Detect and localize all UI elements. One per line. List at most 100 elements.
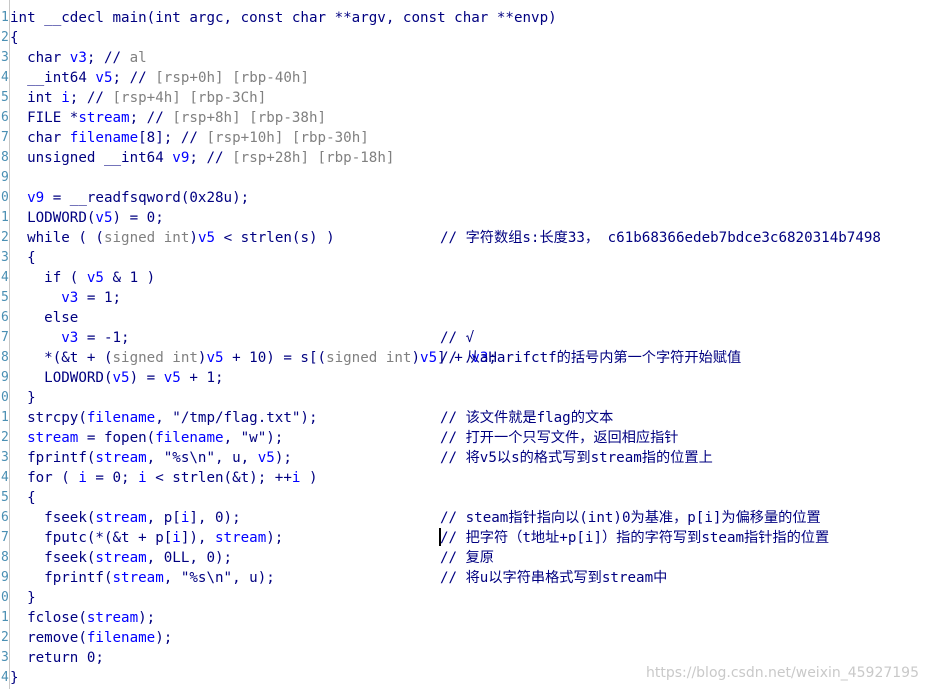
code-text: char v3; // al	[10, 50, 147, 66]
line-number: 7	[1, 330, 9, 345]
line-number: 9	[1, 170, 9, 185]
code-line[interactable]: 5 v3 = 1;	[0, 288, 929, 308]
code-line[interactable]: 5 {	[0, 488, 929, 508]
code-text: fseek(stream, 0LL, 0);	[10, 550, 233, 566]
code-line[interactable]: 2 remove(filename);	[0, 628, 929, 648]
code-comment: // 该文件就是flag的文本	[440, 410, 614, 426]
code-text: else	[10, 310, 79, 326]
code-text: fprintf(stream, "%s\n", u, v5);	[10, 450, 292, 466]
code-line[interactable]: 1 fclose(stream);	[0, 608, 929, 628]
line-number: 7	[1, 530, 9, 545]
line-number: 8	[1, 350, 9, 365]
code-text: v3 = 1;	[61, 290, 122, 306]
line-number: 1	[1, 610, 9, 625]
code-text: int i; // [rsp+4h] [rbp-3Ch]	[10, 90, 267, 106]
code-line[interactable]: 6 else	[0, 308, 929, 328]
code-line[interactable]: 1 strcpy(filename, "/tmp/flag.txt"); // 该…	[0, 408, 929, 428]
code-line[interactable]: 5 int i; // [rsp+4h] [rbp-3Ch]	[0, 88, 929, 108]
code-line[interactable]: 2{	[0, 28, 929, 48]
code-text: {	[10, 250, 36, 266]
code-line[interactable]: 2 stream = fopen(filename, "w"); // 打开一个只…	[0, 428, 929, 448]
code-text: {	[10, 490, 36, 506]
line-number: 8	[1, 150, 9, 165]
line-number: 9	[1, 570, 9, 585]
code-text: fprintf(stream, "%s\n", u);	[10, 570, 275, 586]
code-comment: // 把字符（t地址+p[i]）指的字符写到steam指针指的位置	[440, 530, 830, 546]
line-number: 6	[1, 510, 9, 525]
code-text: fseek(stream, p[i], 0);	[10, 510, 241, 526]
code-comment: // 将u以字符串格式写到stream中	[440, 570, 668, 586]
code-comment: // 将v5以s的格式写到stream指的位置上	[440, 450, 713, 466]
line-number: 2	[1, 230, 9, 245]
code-line[interactable]: 1 LODWORD(v5) = 0;	[0, 208, 929, 228]
line-number: 3	[1, 250, 9, 265]
code-line[interactable]: 7 v3 = -1; // √	[0, 328, 929, 348]
line-number: 0	[1, 590, 9, 605]
code-line[interactable]: 7 fputc(*(&t + p[i]), stream); // 把字符（t地址…	[0, 528, 929, 548]
code-text: {	[10, 30, 19, 46]
code-text: unsigned __int64 v9; // [rsp+28h] [rbp-1…	[10, 150, 395, 166]
line-number: 5	[1, 90, 9, 105]
code-comment: // √	[440, 330, 475, 346]
line-number: 3	[1, 650, 9, 665]
line-number: 7	[1, 130, 9, 145]
code-line[interactable]: 8 unsigned __int64 v9; // [rsp+28h] [rbp…	[0, 148, 929, 168]
code-text: *(&t + (signed int)v5 + 10) = s[(signed …	[10, 350, 497, 366]
code-text: LODWORD(v5) = 0;	[10, 210, 164, 226]
line-number: 2	[1, 630, 9, 645]
code-text: strcpy(filename, "/tmp/flag.txt");	[10, 410, 318, 426]
line-number: 1	[1, 210, 9, 225]
code-text: remove(filename);	[10, 630, 173, 646]
code-text: __int64 v5; // [rsp+0h] [rbp-40h]	[10, 70, 309, 86]
line-number: 0	[1, 190, 9, 205]
code-line[interactable]: 8 *(&t + (signed int)v5 + 10) = s[(signe…	[0, 348, 929, 368]
code-line[interactable]: 6 FILE *stream; // [rsp+8h] [rbp-38h]	[0, 108, 929, 128]
code-text: while ( (signed int)v5 < strlen(s) )	[10, 230, 335, 246]
code-line[interactable]: 3 fprintf(stream, "%s\n", u, v5); // 将v5以…	[0, 448, 929, 468]
code-line[interactable]: 4 for ( i = 0; i < strlen(&t); ++i )	[0, 468, 929, 488]
line-number: 4	[1, 470, 9, 485]
code-text: }	[10, 390, 36, 406]
line-number: 4	[1, 70, 9, 85]
code-text: fclose(stream);	[10, 610, 156, 626]
code-line[interactable]: 3 char v3; // al	[0, 48, 929, 68]
code-line[interactable]: 3 {	[0, 248, 929, 268]
code-text: v3 = -1;	[61, 330, 130, 346]
code-line[interactable]: 0 }	[0, 388, 929, 408]
line-number: 2	[1, 430, 9, 445]
code-text: v9 = __readfsqword(0x28u);	[27, 190, 250, 206]
code-text: fputc(*(&t + p[i]), stream);	[10, 530, 284, 546]
line-number: 4	[1, 670, 9, 685]
code-line[interactable]: 4 __int64 v5; // [rsp+0h] [rbp-40h]	[0, 68, 929, 88]
line-number: 2	[1, 30, 9, 45]
code-comment: // 从aHarifctf的括号内第一个字符开始赋值	[440, 350, 742, 366]
line-number: 3	[1, 50, 9, 65]
code-line[interactable]: 4 if ( v5 & 1 )	[0, 268, 929, 288]
line-number: 5	[1, 490, 9, 505]
code-line[interactable]: 9 fprintf(stream, "%s\n", u); // 将u以字符串格式…	[0, 568, 929, 588]
code-line[interactable]: 8 fseek(stream, 0LL, 0); // 复原	[0, 548, 929, 568]
code-comment: // steam指针指向以(int)0为基准，p[i]为偏移量的位置	[440, 510, 821, 526]
code-text: LODWORD(v5) = v5 + 1;	[10, 370, 224, 386]
code-line[interactable]: 6 fseek(stream, p[i], 0); // steam指针指向以(i…	[0, 508, 929, 528]
line-number: 6	[1, 310, 9, 325]
code-text: int __cdecl main(int argc, const char **…	[10, 10, 557, 26]
code-text: for ( i = 0; i < strlen(&t); ++i )	[10, 470, 318, 486]
code-comment: // 字符数组s:长度33， c61b68366edeb7bdce3c68203…	[440, 230, 881, 246]
code-line[interactable]: 2 while ( (signed int)v5 < strlen(s) ) //…	[0, 228, 929, 248]
code-line[interactable]: 0 v9 = __readfsqword(0x28u);	[0, 188, 929, 208]
code-text: if ( v5 & 1 )	[10, 270, 156, 286]
code-comment: // 打开一个只写文件，返回相应指针	[440, 430, 679, 446]
line-number: 5	[1, 290, 9, 305]
code-line[interactable]: 1 int __cdecl main(int argc, const char *…	[0, 8, 929, 28]
code-text: char filename[8]; // [rsp+10h] [rbp-30h]	[10, 130, 369, 146]
code-line[interactable]: 7 char filename[8]; // [rsp+10h] [rbp-30…	[0, 128, 929, 148]
code-line[interactable]: 0 }	[0, 588, 929, 608]
code-editor[interactable]: 1 int __cdecl main(int argc, const char *…	[0, 0, 929, 689]
code-line[interactable]: 9 LODWORD(v5) = v5 + 1;	[0, 368, 929, 388]
code-text: }	[10, 670, 19, 686]
code-line[interactable]: 9	[0, 168, 929, 188]
line-number: 4	[1, 270, 9, 285]
line-number: 9	[1, 370, 9, 385]
code-text: FILE *stream; // [rsp+8h] [rbp-38h]	[10, 110, 327, 126]
